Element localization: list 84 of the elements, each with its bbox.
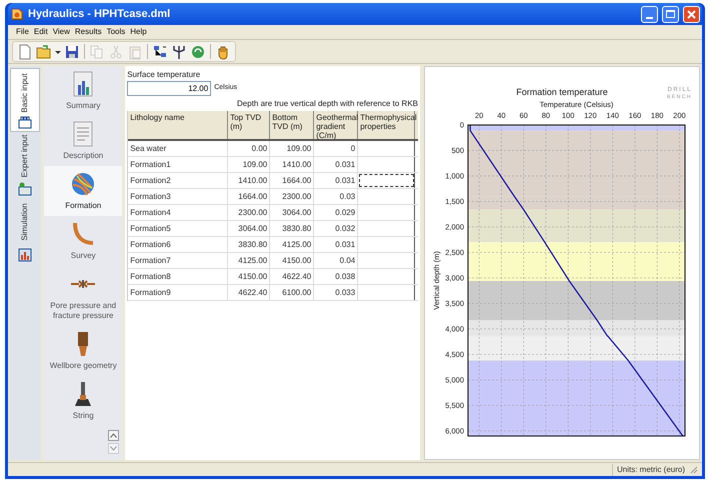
scroll-down-button[interactable] (108, 443, 120, 454)
minimize-button[interactable] (641, 6, 658, 22)
table-cell: 3830.80 (228, 237, 270, 252)
table-cell: 109.00 (228, 157, 270, 172)
table-cell: Formation1 (128, 157, 228, 172)
close-icon (687, 10, 696, 18)
new-document-icon[interactable] (17, 44, 33, 60)
table-cell: Formation4 (128, 205, 228, 220)
depth-note: Depth are true vertical depth with reference to RKB (237, 98, 418, 110)
table-cell: 1664.00 (270, 173, 314, 188)
table-cell: 2300.00 (228, 205, 270, 220)
table-cell: Formation8 (128, 269, 228, 284)
menu-item[interactable]: Edit (34, 26, 48, 38)
column-header[interactable]: Geothermal gradient (C/m) (314, 111, 358, 139)
nav-item[interactable]: String (44, 376, 122, 426)
table-plus-icon (18, 182, 32, 196)
table-cell: Formation9 (128, 285, 228, 300)
resize-grip-icon (689, 465, 698, 474)
table-cell: 0.032 (314, 221, 358, 236)
save-icon[interactable] (64, 44, 80, 60)
table-cell: 0.031 (314, 237, 358, 252)
table-cell: 3830.80 (270, 221, 314, 236)
window-title: Hydraulics - HPHTcase.dml (28, 6, 172, 22)
table-cell: 0.03 (314, 189, 358, 204)
table-cell: 1410.00 (270, 157, 314, 172)
open-folder-icon[interactable] (36, 44, 52, 60)
table-cell: Formation3 (128, 189, 228, 204)
side-tab[interactable]: Expert input (10, 132, 40, 198)
field-label: Surface temperature (127, 69, 202, 81)
maximize-button[interactable] (662, 6, 679, 22)
side-tab[interactable]: Basic input (10, 68, 40, 132)
table-cell: 2300.00 (270, 189, 314, 204)
chart-title: Formation temperature (516, 87, 608, 97)
menu-item[interactable]: File (16, 26, 29, 38)
scroll-up-button[interactable] (108, 430, 120, 441)
table-cell: 109.00 (270, 141, 314, 156)
table-cell: Formation2 (128, 173, 228, 188)
side-tab[interactable]: Simulation (10, 198, 40, 264)
table-cell: 4622.40 (270, 269, 314, 284)
table-cell: Formation5 (128, 221, 228, 236)
table-cell: 0.038 (314, 269, 358, 284)
table-cell: 1664.00 (228, 189, 270, 204)
table-cell: Formation6 (128, 237, 228, 252)
table-cell: 6100.00 (270, 285, 314, 300)
table-cell: 4150.00 (228, 269, 270, 284)
table-cell: 3064.00 (270, 205, 314, 220)
nav-item[interactable]: Formation (44, 166, 122, 216)
table-cell: 0 (314, 141, 358, 156)
menu-item[interactable]: Tools (106, 26, 126, 38)
table-cell: 0.00 (228, 141, 270, 156)
table-cell: 4622.40 (228, 285, 270, 300)
table-cell: 4150.00 (270, 253, 314, 268)
column-header[interactable]: Top TVD (m) (228, 111, 270, 139)
close-button[interactable] (683, 6, 700, 22)
table-cell: 4125.00 (270, 237, 314, 252)
units-status: Units: metric (euro) (612, 464, 685, 476)
table-cell: 0.04 (314, 253, 358, 268)
app-icon (10, 7, 24, 21)
nav-item[interactable]: Pore pressure and fracture pressure (44, 266, 122, 326)
menu-item[interactable]: Results (74, 26, 102, 38)
surface-temperature-field[interactable]: 12.00 (127, 81, 212, 96)
table-cell: Sea water (128, 141, 228, 156)
table-cell: Formation7 (128, 253, 228, 268)
table-cell: 1410.00 (228, 173, 270, 188)
column-header[interactable]: Lithology name (128, 111, 228, 139)
table-cell: 3064.00 (228, 221, 270, 236)
column-header[interactable]: Bottom TVD (m) (270, 111, 314, 139)
table-cell: 0.033 (314, 285, 358, 300)
table-icon (18, 115, 32, 129)
menu-item[interactable]: View (52, 26, 70, 38)
table-cell: 0.029 (314, 205, 358, 220)
table-cell: 4125.00 (228, 253, 270, 268)
menu-item[interactable]: Help (130, 26, 147, 38)
input-cell[interactable] (358, 173, 416, 188)
nav-item[interactable]: Description (44, 116, 122, 166)
column-header[interactable]: Thermophysical properties (358, 111, 416, 139)
table-cell: 0.031 (314, 173, 358, 188)
network-icon[interactable] (152, 44, 168, 60)
nav-item[interactable]: Survey (44, 216, 122, 266)
nav-item[interactable]: Wellbore geometry (44, 326, 122, 376)
nav-item[interactable]: Summary (44, 66, 122, 116)
fork-icon[interactable] (171, 44, 187, 60)
table-cell: 0.031 (314, 157, 358, 172)
bar-chart-icon (18, 248, 32, 262)
